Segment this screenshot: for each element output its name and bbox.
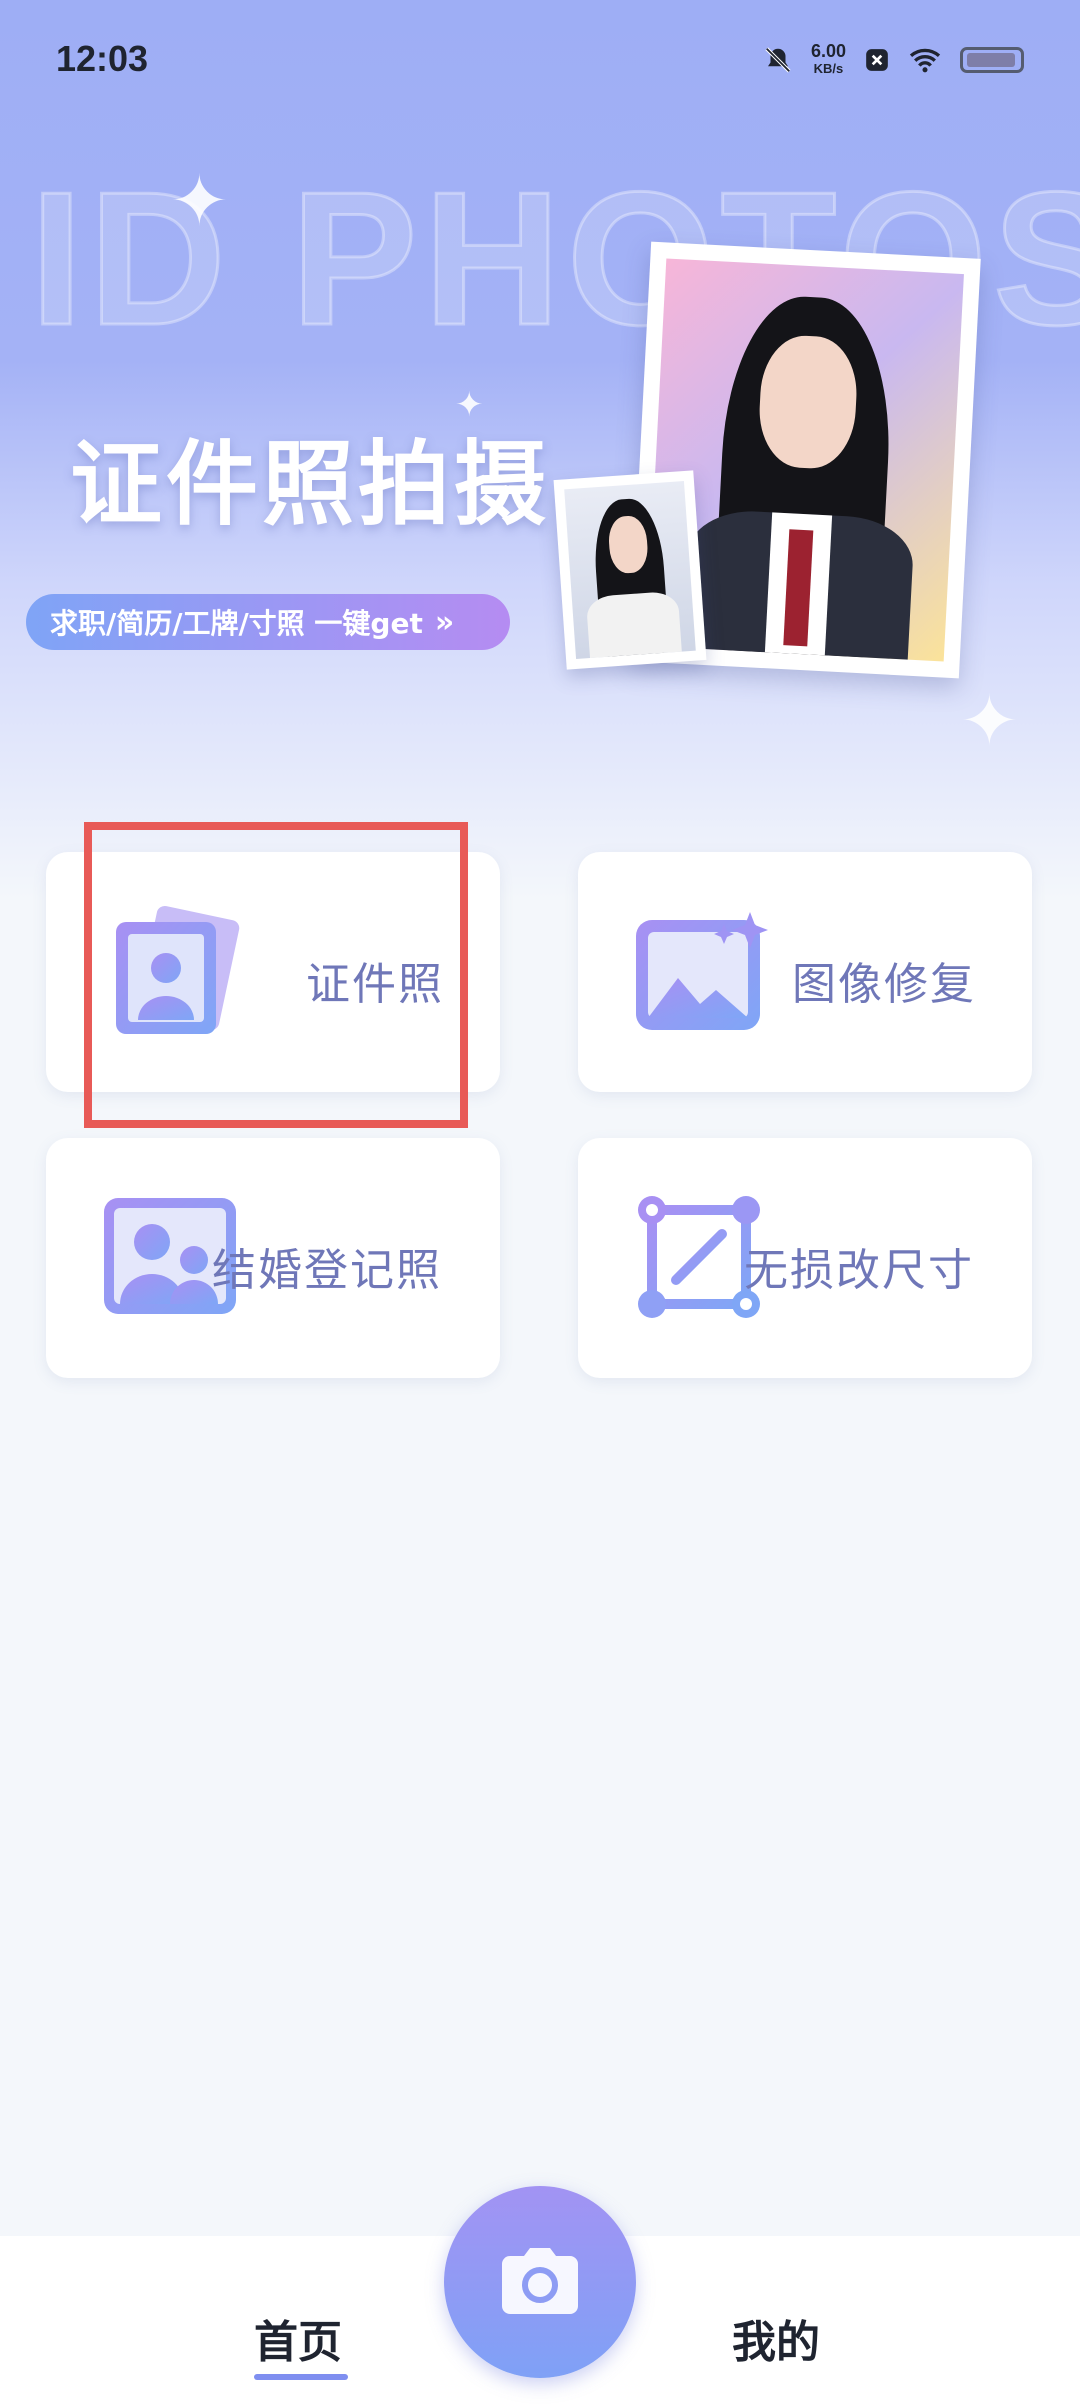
feature-label-marriage-photo: 结婚登记照 [212, 1245, 442, 1296]
feature-card-image-repair[interactable]: 图像修复 [578, 852, 1032, 1092]
feature-label-image-repair: 图像修复 [792, 959, 976, 1010]
status-bar: 12:03 6.00 KB/s [0, 0, 1080, 120]
feature-card-marriage-photo[interactable]: 结婚登记照 [46, 1138, 500, 1378]
double-chevron-right-icon: » [434, 604, 455, 640]
status-time: 12:03 [56, 38, 149, 79]
bell-muted-icon [765, 47, 791, 73]
nav-tab-mine[interactable]: 我的 [732, 2306, 820, 2370]
camera-icon [502, 2248, 578, 2314]
hero-banner[interactable]: ID PHOTOS ✦ ✦ ✦ 证件照拍摄 求职/简历/工牌/寸照 一键get … [0, 0, 1080, 900]
feature-card-resize[interactable]: 无损改尺寸 [578, 1138, 1032, 1378]
highlight-box [84, 822, 468, 1128]
hero-tagline-text: 求职/简历/工牌/寸照 一键get [50, 607, 423, 640]
battery-icon [960, 47, 1024, 73]
image-sparkle-icon [636, 912, 768, 1030]
sparkle-icon: ✦ [170, 160, 229, 242]
hero-title: 证件照拍摄 [70, 431, 551, 538]
wifi-icon [909, 48, 941, 73]
feature-label-resize: 无损改尺寸 [744, 1245, 974, 1296]
network-speed: 6.00 KB/s [810, 41, 846, 76]
x-app-icon [866, 49, 888, 71]
sparkle-icon: ✦ [960, 680, 1019, 762]
camera-button[interactable] [444, 2186, 636, 2378]
hero-tagline-button[interactable]: 求职/简历/工牌/寸照 一键get » [26, 594, 510, 650]
nav-active-indicator [254, 2374, 348, 2380]
nav-tab-home[interactable]: 首页 [254, 2306, 342, 2370]
sample-id-photo-small [553, 470, 707, 670]
